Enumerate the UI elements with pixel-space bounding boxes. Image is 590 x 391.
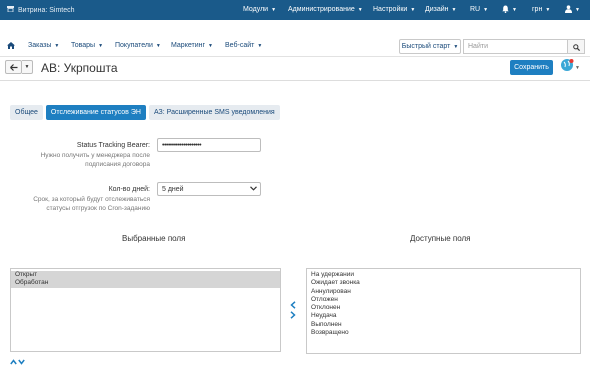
caret-down-icon: ▼ [208, 42, 213, 49]
menu-design[interactable]: Дизайн ▼ [425, 6, 456, 13]
nav-label: Заказы [28, 42, 52, 49]
days-select[interactable]: 5 дней [157, 182, 261, 196]
nav-label: Товары [71, 42, 96, 49]
notifications-button[interactable]: ▼ [502, 5, 517, 15]
move-down-button[interactable] [18, 358, 25, 367]
list-item[interactable]: Аннулирован [307, 288, 580, 296]
available-fields-list[interactable]: На удержании Ожидает звонка Аннулирован … [306, 268, 581, 354]
move-up-button[interactable] [10, 358, 17, 367]
back-button[interactable] [5, 60, 22, 74]
available-fields-heading: Доступные поля [410, 234, 471, 243]
caret-down-icon: ▼ [24, 64, 30, 70]
caret-down-icon: ▼ [483, 6, 489, 13]
store-icon [7, 6, 14, 14]
arrow-left-icon [9, 58, 18, 76]
caret-down-icon: ▼ [98, 42, 104, 49]
chevron-up-icon [10, 357, 17, 367]
save-button[interactable]: Сохранить [510, 60, 553, 75]
days-select-value: 5 дней [162, 185, 184, 193]
caret-down-icon: ▼ [453, 43, 459, 50]
user-menu[interactable]: ▼ [565, 5, 580, 15]
search-placeholder: Найти [468, 43, 488, 50]
store-switcher[interactable]: Витрина: Simtech [0, 6, 75, 14]
menu-currency[interactable]: грн ▼ [532, 6, 550, 13]
days-help: Срок, за который будут отслеживаться ста… [10, 195, 150, 213]
list-item[interactable]: Открыт [11, 271, 280, 280]
bearer-help-line: Нужно получить у менеджера после [40, 152, 150, 159]
home-icon [7, 42, 15, 51]
selected-fields-heading: Выбранные поля [122, 234, 186, 243]
bearer-help: Нужно получить у менеджера после подписа… [10, 151, 150, 169]
menu-label: RU [470, 6, 481, 13]
list-item[interactable]: Выполнен [307, 321, 580, 329]
quick-start-button[interactable]: Быстрый старт ▼ [399, 39, 461, 54]
move-right-button[interactable] [290, 311, 296, 321]
user-icon [565, 5, 572, 15]
caret-down-icon: ▼ [271, 6, 277, 13]
menu-label: Администрирование [288, 6, 355, 13]
caret-down-icon: ▼ [451, 6, 457, 13]
caret-down-icon: ▼ [545, 6, 551, 13]
bell-icon [502, 5, 509, 15]
chevron-left-icon [290, 301, 296, 311]
search-button[interactable] [567, 39, 585, 54]
list-item[interactable]: Ожидает звонка [307, 279, 580, 287]
caret-down-icon: ▼ [155, 42, 161, 49]
back-dropdown[interactable]: ▼ [22, 60, 33, 74]
menu-label: грн [532, 6, 543, 13]
search-input[interactable]: Найти [463, 39, 567, 54]
menu-label: Дизайн [425, 6, 449, 13]
caret-down-icon: ▼ [575, 7, 580, 13]
nav-label: Покупатели [115, 42, 153, 49]
caret-down-icon: ▼ [257, 42, 263, 49]
nav-orders[interactable]: Заказы ▼ [28, 42, 59, 49]
days-help-line: статусы отгрузок по Cron-заданию [46, 205, 150, 212]
top-bar: Витрина: Simtech Модули ▼ Администрирован… [0, 0, 590, 20]
menu-label: Настройки [373, 6, 408, 13]
caret-down-icon: ▼ [357, 6, 363, 13]
nav-customers[interactable]: Покупатели ▼ [115, 42, 161, 49]
tab-general[interactable]: Общее [10, 105, 43, 120]
selected-fields-list[interactable]: Открыт Обработан [10, 268, 281, 352]
nav-marketing[interactable]: Маркетинг ▼ [171, 42, 213, 49]
tab-status-tracking[interactable]: Отслеживание статусов ЭН [45, 105, 146, 120]
nav-label: Маркетинг [171, 42, 206, 49]
chevron-right-icon [290, 311, 296, 321]
days-label: Кол-во дней: [108, 186, 150, 193]
menu-label: Модули [243, 6, 269, 13]
page-title: AB: Укрпошта [41, 61, 118, 75]
caret-down-icon: ▼ [54, 42, 60, 49]
menu-settings[interactable]: Настройки ▼ [373, 6, 415, 13]
nav-label: Веб-сайт [225, 42, 255, 49]
quick-start-label: Быстрый старт [401, 43, 451, 50]
list-item[interactable]: Обработан [11, 279, 280, 288]
list-item[interactable]: Неудача [307, 312, 580, 320]
bearer-help-line: подписания договора [85, 161, 150, 168]
search-icon [572, 38, 580, 56]
store-label: Витрина: Simtech [18, 6, 75, 14]
bearer-input[interactable]: •••••••••••••••••••• [157, 138, 261, 152]
days-help-line: Срок, за который будут отслеживаться [33, 196, 150, 203]
menu-language[interactable]: RU ▼ [470, 6, 488, 13]
menu-modules[interactable]: Модули ▼ [243, 6, 276, 13]
chevron-down-icon [250, 185, 257, 193]
list-item[interactable]: Возвращено [307, 329, 580, 337]
tab-sms-notifications[interactable]: АЗ: Расширенные SMS уведомления [148, 105, 280, 120]
nav-website[interactable]: Веб-сайт ▼ [225, 42, 262, 49]
bearer-label: Status Tracking Bearer: [76, 142, 150, 149]
move-left-button[interactable] [290, 301, 296, 311]
list-item[interactable]: Отложен [307, 296, 580, 304]
menu-administration[interactable]: Администрирование ▼ [288, 6, 363, 13]
list-item[interactable]: На удержании [307, 271, 580, 279]
globe-icon [560, 58, 574, 77]
chevron-down-icon [18, 357, 25, 367]
status-switcher[interactable]: ▼ [560, 58, 584, 77]
nav-products[interactable]: Товары ▼ [71, 42, 103, 49]
caret-down-icon: ▼ [512, 7, 517, 13]
home-button[interactable] [7, 42, 15, 51]
caret-down-icon: ▼ [575, 64, 580, 71]
list-item[interactable]: Отклонен [307, 304, 580, 312]
caret-down-icon: ▼ [410, 6, 416, 13]
tab-bar: Общее Отслеживание статусов ЭН АЗ: Расши… [10, 105, 280, 120]
